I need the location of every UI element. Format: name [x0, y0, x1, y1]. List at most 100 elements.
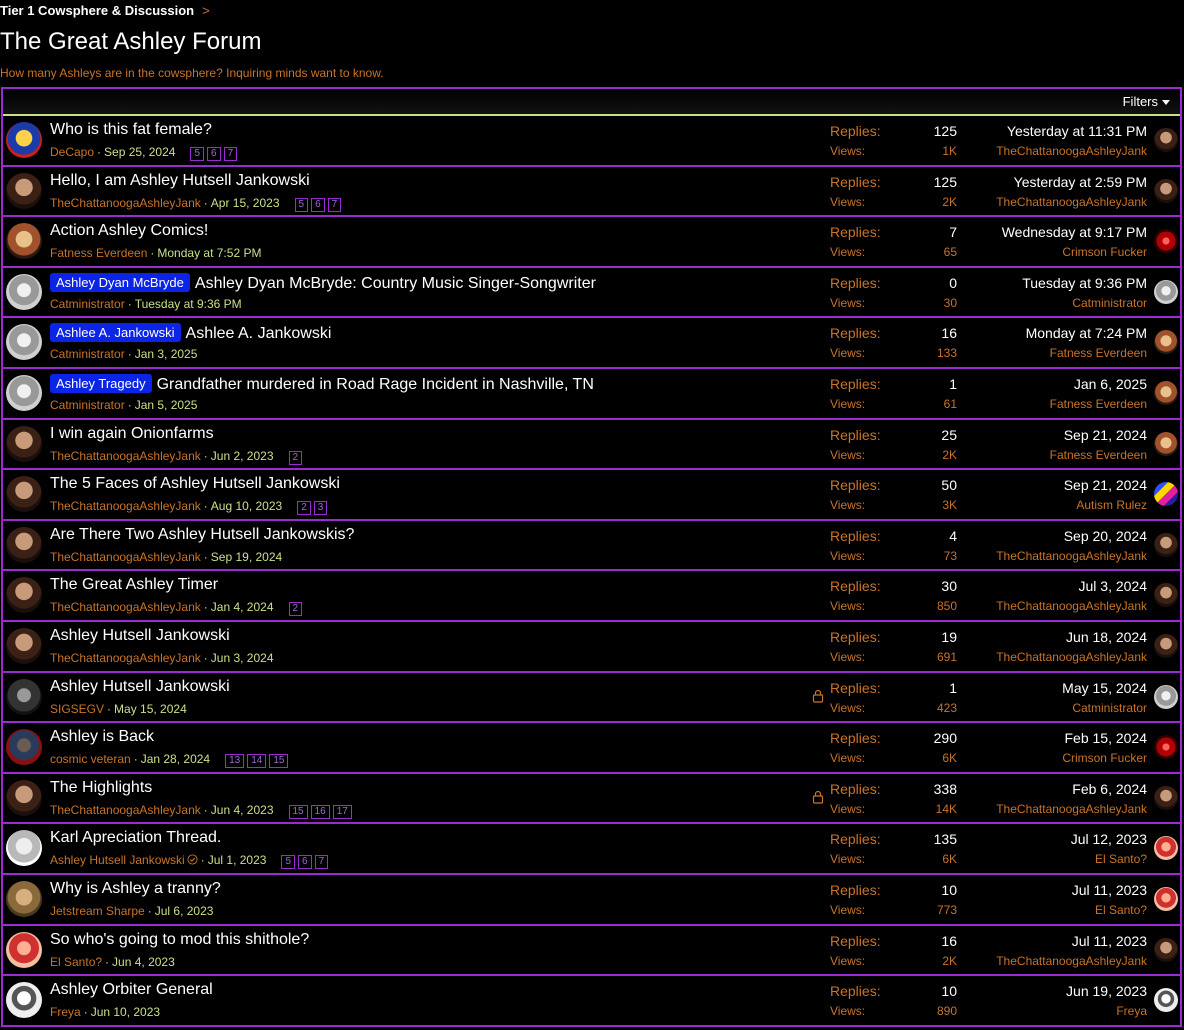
- last-post-avatar[interactable]: [1154, 583, 1178, 608]
- thread-start-date[interactable]: Jul 1, 2023: [208, 853, 267, 867]
- thread-row[interactable]: Who is this fat female? DeCapo · Sep 25, 20…: [3, 116, 1180, 167]
- thread-author[interactable]: Catministrator: [50, 347, 125, 361]
- thread-start-date[interactable]: Jun 3, 2024: [211, 651, 274, 665]
- thread-title[interactable]: I win again Onionfarms: [50, 425, 214, 442]
- avatar[interactable]: [6, 982, 42, 1019]
- page-link[interactable]: 6: [298, 855, 312, 870]
- last-post-user[interactable]: TheChattanoogaAshleyJank: [996, 599, 1147, 613]
- avatar[interactable]: [6, 779, 42, 816]
- last-post-user[interactable]: Catministrator: [1072, 701, 1147, 715]
- thread-author[interactable]: TheChattanoogaAshleyJank: [50, 499, 201, 513]
- thread-author[interactable]: TheChattanoogaAshleyJank: [50, 550, 201, 564]
- avatar[interactable]: [6, 172, 42, 209]
- thread-start-date[interactable]: Jan 28, 2024: [141, 752, 210, 766]
- thread-row[interactable]: Ashley is Back cosmic veteran · Jan 28, 202…: [3, 723, 1180, 774]
- avatar[interactable]: [6, 830, 42, 867]
- thread-row[interactable]: Karl Apreciation Thread. Ashley Hutsell J…: [3, 824, 1180, 875]
- page-link[interactable]: 6: [207, 147, 221, 161]
- thread-author[interactable]: Ashley Hutsell Jankowski: [50, 853, 185, 867]
- thread-title[interactable]: Grandfather murdered in Road Rage Incide…: [157, 376, 594, 393]
- avatar[interactable]: [6, 526, 42, 563]
- last-post-user[interactable]: El Santo?: [1095, 903, 1147, 917]
- page-link[interactable]: 13: [225, 754, 245, 769]
- thread-title[interactable]: Action Ashley Comics!: [50, 222, 208, 239]
- last-post-avatar[interactable]: [1154, 633, 1178, 658]
- avatar[interactable]: [6, 476, 42, 513]
- last-post-avatar[interactable]: [1154, 684, 1178, 709]
- avatar[interactable]: [6, 273, 42, 310]
- thread-row[interactable]: Ashley Hutsell Jankowski TheChattanoogaAs…: [3, 622, 1180, 673]
- last-post-user[interactable]: Fatness Everdeen: [1050, 397, 1147, 411]
- thread-start-date[interactable]: Jul 6, 2023: [155, 904, 214, 918]
- thread-author[interactable]: TheChattanoogaAshleyJank: [50, 803, 201, 817]
- avatar[interactable]: [6, 324, 42, 361]
- last-post-user[interactable]: TheChattanoogaAshleyJank: [996, 650, 1147, 664]
- breadcrumb-link[interactable]: Tier 1 Cowsphere & Discussion: [0, 3, 194, 18]
- breadcrumb[interactable]: Tier 1 Cowsphere & Discussion >: [0, 3, 210, 18]
- thread-start-date[interactable]: Jun 2, 2023: [211, 449, 274, 463]
- thread-title[interactable]: Ashley Hutsell Jankowski: [50, 678, 230, 695]
- last-post-avatar[interactable]: [1154, 836, 1178, 861]
- last-post-user[interactable]: Fatness Everdeen: [1050, 346, 1147, 360]
- thread-title[interactable]: So who's going to mod this shithole?: [50, 931, 309, 948]
- thread-author[interactable]: Catministrator: [50, 297, 125, 311]
- page-link[interactable]: 6: [311, 197, 325, 212]
- thread-author[interactable]: Catministrator: [50, 398, 125, 412]
- thread-title[interactable]: Ashley Hutsell Jankowski: [50, 627, 230, 644]
- page-link[interactable]: 16: [310, 804, 330, 819]
- thread-row[interactable]: The Highlights TheChattanoogaAshleyJank · J…: [3, 774, 1180, 825]
- last-post-avatar[interactable]: [1154, 532, 1178, 557]
- thread-title[interactable]: Hello, I am Ashley Hutsell Jankowski: [50, 172, 310, 189]
- last-post-user[interactable]: Crimson Fucker: [1062, 245, 1147, 259]
- last-post-avatar[interactable]: [1154, 128, 1178, 152]
- thread-row[interactable]: Ashlee A. Jankowski Ashlee A. Jankowski Ca…: [3, 318, 1180, 369]
- page-link[interactable]: 14: [247, 754, 267, 769]
- last-post-date[interactable]: Monday at 7:24 PM: [1026, 325, 1147, 341]
- thread-start-date[interactable]: Monday at 7:52 PM: [157, 246, 261, 260]
- last-post-date[interactable]: Yesterday at 2:59 PM: [1014, 174, 1147, 190]
- thread-title[interactable]: Ashley Dyan McBryde: Country Music Singe…: [195, 275, 596, 292]
- thread-author[interactable]: TheChattanoogaAshleyJank: [50, 196, 201, 210]
- thread-row[interactable]: So who's going to mod this shithole? El S…: [3, 926, 1180, 977]
- avatar[interactable]: [6, 627, 42, 664]
- thread-start-date[interactable]: Jan 3, 2025: [135, 347, 198, 361]
- thread-prefix[interactable]: Ashley Dyan McBryde: [50, 272, 190, 292]
- last-post-user[interactable]: Crimson Fucker: [1062, 751, 1147, 765]
- last-post-avatar[interactable]: [1154, 229, 1178, 254]
- last-post-date[interactable]: Jul 12, 2023: [1071, 831, 1147, 847]
- thread-start-date[interactable]: Aug 10, 2023: [211, 499, 282, 513]
- avatar[interactable]: [6, 678, 42, 715]
- last-post-date[interactable]: May 15, 2024: [1062, 680, 1147, 696]
- last-post-user[interactable]: TheChattanoogaAshleyJank: [996, 802, 1147, 816]
- thread-row[interactable]: The 5 Faces of Ashley Hutsell Jankowski T…: [3, 470, 1180, 521]
- avatar[interactable]: [6, 931, 42, 968]
- page-link[interactable]: 2: [288, 450, 303, 465]
- last-post-date[interactable]: Sep 21, 2024: [1064, 477, 1147, 493]
- thread-author[interactable]: TheChattanoogaAshleyJank: [50, 449, 201, 463]
- last-post-date[interactable]: Jan 6, 2025: [1074, 376, 1147, 392]
- last-post-date[interactable]: Jul 11, 2023: [1072, 882, 1147, 898]
- last-post-date[interactable]: Sep 21, 2024: [1064, 427, 1147, 443]
- thread-start-date[interactable]: Sep 19, 2024: [211, 550, 282, 564]
- page-link[interactable]: 5: [190, 147, 204, 161]
- last-post-avatar[interactable]: [1154, 482, 1178, 507]
- thread-start-date[interactable]: Jan 5, 2025: [135, 398, 198, 412]
- thread-title[interactable]: Ashley is Back: [50, 728, 154, 745]
- page-link[interactable]: 15: [288, 804, 308, 819]
- page-link[interactable]: 5: [281, 855, 295, 870]
- thread-title[interactable]: Karl Apreciation Thread.: [50, 829, 221, 846]
- thread-start-date[interactable]: Tuesday at 9:36 PM: [135, 297, 242, 311]
- thread-title[interactable]: Ashley Orbiter General: [50, 981, 213, 998]
- avatar[interactable]: [6, 880, 42, 917]
- last-post-user[interactable]: Autism Rulez: [1076, 498, 1147, 512]
- last-post-avatar[interactable]: [1154, 937, 1178, 962]
- avatar[interactable]: [6, 729, 42, 766]
- last-post-user[interactable]: TheChattanoogaAshleyJank: [996, 144, 1147, 158]
- page-link[interactable]: 7: [314, 855, 329, 870]
- thread-author[interactable]: DeCapo: [50, 145, 94, 159]
- page-link[interactable]: 2: [288, 602, 303, 617]
- last-post-avatar[interactable]: [1154, 178, 1178, 203]
- avatar[interactable]: [6, 122, 42, 158]
- thread-row[interactable]: The Great Ashley Timer TheChattanoogaAshl…: [3, 571, 1180, 622]
- thread-author[interactable]: El Santo?: [50, 955, 102, 969]
